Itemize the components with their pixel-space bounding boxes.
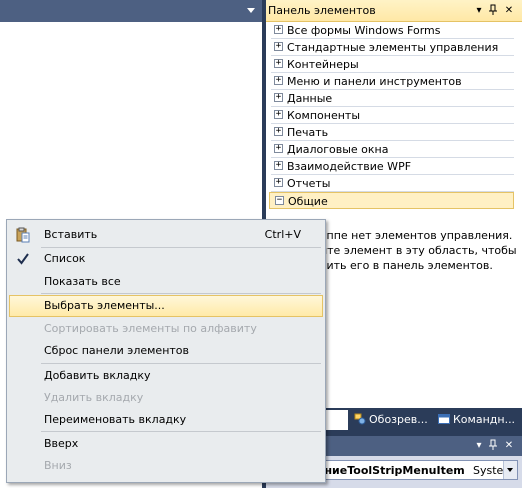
category-label: Диалоговые окна bbox=[287, 143, 389, 156]
menu-item-label: Список bbox=[44, 252, 86, 265]
command-window-icon bbox=[438, 412, 450, 424]
menu-item-label: Сброс панели элементов bbox=[44, 344, 190, 357]
tab-label: Командн... bbox=[453, 413, 516, 426]
toolbox-category[interactable]: + Взаимодействие WPF bbox=[269, 158, 514, 175]
menu-item-label: Переименовать вкладку bbox=[44, 413, 187, 426]
menu-item-add-tab[interactable]: Добавить вкладку bbox=[9, 365, 323, 387]
toolbox-category-selected[interactable]: − Общие bbox=[269, 192, 514, 209]
explorer-icon bbox=[354, 412, 366, 425]
menu-item-choose-items[interactable]: Выбрать элементы... bbox=[9, 295, 323, 317]
toolbox-title: Панель элементов bbox=[268, 4, 376, 17]
window-position-icon[interactable]: ▾ bbox=[472, 4, 486, 18]
tab-label: Обозрев... bbox=[369, 413, 428, 426]
expand-icon[interactable]: + bbox=[274, 42, 283, 51]
collapse-icon[interactable]: − bbox=[275, 196, 284, 205]
expand-icon[interactable]: + bbox=[274, 25, 283, 34]
expand-icon[interactable]: + bbox=[274, 127, 283, 136]
menu-item-sort-alphabetically: Сортировать элементы по алфавиту bbox=[9, 318, 323, 340]
menu-item-shortcut: Ctrl+V bbox=[264, 228, 301, 241]
toolbox-category[interactable]: + Все формы Windows Forms bbox=[269, 22, 514, 39]
pin-icon[interactable] bbox=[486, 4, 500, 18]
category-label: Контейнеры bbox=[287, 58, 359, 71]
menu-item-paste[interactable]: Вставить Ctrl+V bbox=[9, 224, 323, 246]
menu-item-label: Вставить bbox=[44, 228, 98, 241]
chevron-down-icon[interactable] bbox=[503, 461, 517, 479]
paste-icon bbox=[15, 227, 31, 243]
expand-icon[interactable]: + bbox=[274, 76, 283, 85]
expand-icon[interactable]: + bbox=[274, 59, 283, 68]
category-label: Меню и панели инструментов bbox=[287, 75, 462, 88]
menu-item-delete-tab: Удалить вкладку bbox=[9, 387, 323, 409]
document-tab-strip bbox=[0, 0, 262, 22]
tab-dropdown-icon[interactable] bbox=[247, 8, 255, 13]
toolbox-context-menu: Вставить Ctrl+V Список Показать все Выбр… bbox=[6, 219, 326, 483]
category-label: Все формы Windows Forms bbox=[287, 24, 441, 37]
category-label: Данные bbox=[287, 92, 333, 105]
tab-command[interactable]: Командн... bbox=[438, 410, 515, 430]
expand-icon[interactable]: + bbox=[274, 93, 283, 102]
toolbox-category[interactable]: + Меню и панели инструментов bbox=[269, 73, 514, 90]
category-label: Взаимодействие WPF bbox=[287, 160, 412, 173]
expand-icon[interactable]: + bbox=[274, 178, 283, 187]
menu-item-label: Вниз bbox=[44, 459, 72, 472]
close-icon[interactable]: ✕ bbox=[502, 4, 516, 18]
checkmark-icon bbox=[15, 251, 31, 267]
toolbox-title-bar: Панель элементов ▾ ✕ bbox=[266, 0, 522, 22]
expand-icon[interactable]: + bbox=[274, 110, 283, 119]
menu-item-label: Добавить вкладку bbox=[44, 369, 151, 382]
menu-item-label: Вверх bbox=[44, 437, 79, 450]
close-icon[interactable]: ✕ bbox=[502, 439, 516, 453]
empty-category-message: уппе нет элементов управления. ите элеме… bbox=[320, 229, 517, 272]
menu-item-move-down: Вниз bbox=[9, 455, 323, 477]
object-name: ениеToolStripMenuItem bbox=[317, 464, 465, 477]
expand-icon[interactable]: + bbox=[274, 144, 283, 153]
toolbox-category[interactable]: + Данные bbox=[269, 90, 514, 107]
category-label: Компоненты bbox=[287, 109, 361, 122]
category-label: Печать bbox=[287, 126, 329, 139]
menu-item-list-view[interactable]: Список bbox=[9, 248, 323, 270]
pin-icon[interactable] bbox=[486, 439, 500, 453]
window-position-icon[interactable]: ▾ bbox=[472, 439, 486, 453]
toolbox-category[interactable]: + Диалоговые окна bbox=[269, 141, 514, 158]
category-label: Общие bbox=[288, 195, 328, 208]
menu-item-rename-tab[interactable]: Переименовать вкладку bbox=[9, 409, 323, 431]
menu-item-label: Удалить вкладку bbox=[44, 391, 144, 404]
menu-item-reset-toolbox[interactable]: Сброс панели элементов bbox=[9, 340, 323, 362]
tab-explorer[interactable]: Обозрев... bbox=[354, 410, 428, 430]
expand-icon[interactable]: + bbox=[274, 161, 283, 170]
toolbox-category[interactable]: + Печать bbox=[269, 124, 514, 141]
category-label: Стандартные элементы управления bbox=[287, 41, 499, 54]
menu-item-label: Сортировать элементы по алфавиту bbox=[44, 322, 257, 335]
toolbox-category[interactable]: + Отчеты bbox=[269, 175, 514, 192]
toolbox-category[interactable]: + Стандартные элементы управления bbox=[269, 39, 514, 56]
menu-item-label: Показать все bbox=[44, 275, 121, 288]
toolbox-category[interactable]: + Контейнеры bbox=[269, 56, 514, 73]
menu-item-label: Выбрать элементы... bbox=[44, 299, 165, 312]
toolbox-category[interactable]: + Компоненты bbox=[269, 107, 514, 124]
menu-item-move-up[interactable]: Вверх bbox=[9, 433, 323, 455]
category-label: Отчеты bbox=[287, 177, 331, 190]
menu-item-show-all[interactable]: Показать все bbox=[9, 271, 323, 293]
